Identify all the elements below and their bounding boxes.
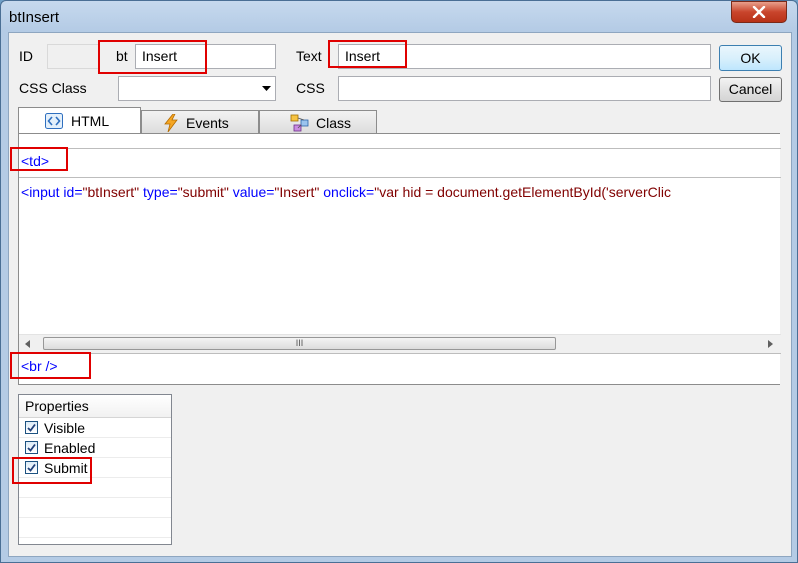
html-tag-icon <box>45 113 63 129</box>
code-token: input <box>29 184 60 200</box>
tab-class[interactable]: Class <box>259 110 377 134</box>
br-tag: <br /> <box>21 358 58 374</box>
id-input[interactable]: Insert <box>135 44 276 69</box>
scroll-left-icon[interactable] <box>25 340 30 348</box>
property-empty-row <box>19 478 171 498</box>
check-icon <box>27 463 36 472</box>
dialog-body: ID bt Insert Text Insert OK CSS Class CS… <box>8 32 792 557</box>
properties-panel: Properties Visible Enabled Submit <box>18 394 172 545</box>
chevron-down-icon[interactable] <box>262 86 271 91</box>
html-tab-panel: <td> <input id="btInsert" type="submit" … <box>18 133 781 385</box>
scroll-thumb[interactable]: III <box>43 337 556 350</box>
property-submit[interactable]: Submit <box>19 458 171 478</box>
before-code-line[interactable]: <td> <box>21 153 49 169</box>
dialog-window: btInsert ID bt Insert Text Insert OK CSS… <box>0 0 798 563</box>
code-line-input: <input id="btInsert" type="submit" value… <box>21 184 671 200</box>
id-prefix-field <box>47 44 99 69</box>
text-label: Text <box>296 48 322 64</box>
tab-events-label: Events <box>186 114 229 131</box>
check-icon <box>27 443 36 452</box>
check-icon <box>27 423 36 432</box>
property-enabled[interactable]: Enabled <box>19 438 171 458</box>
code-token: "submit" <box>177 184 229 200</box>
enabled-checkbox[interactable] <box>25 441 38 454</box>
close-icon <box>752 6 766 18</box>
code-token: type= <box>139 184 178 200</box>
html-code-editor[interactable]: <input id="btInsert" type="submit" value… <box>19 178 781 334</box>
code-token: < <box>21 184 30 200</box>
css-input[interactable] <box>338 76 711 101</box>
visible-label: Visible <box>44 419 85 436</box>
id-prefix: bt <box>116 48 128 64</box>
code-token: "Insert" <box>274 184 320 200</box>
scroll-right-icon[interactable] <box>768 340 773 348</box>
enabled-label: Enabled <box>44 439 96 456</box>
horizontal-scrollbar[interactable]: III <box>19 334 781 353</box>
properties-header: Properties <box>19 395 171 418</box>
css-class-select[interactable] <box>118 76 276 101</box>
property-empty-row <box>19 518 171 538</box>
tab-class-label: Class <box>316 114 352 131</box>
submit-label: Submit <box>44 459 88 476</box>
css-label: CSS <box>296 80 325 96</box>
property-visible[interactable]: Visible <box>19 418 171 438</box>
code-token: onclick= <box>319 184 375 200</box>
text-input[interactable]: Insert <box>338 44 711 69</box>
cancel-button[interactable]: Cancel <box>719 77 782 102</box>
property-empty-row <box>19 498 171 518</box>
tab-html-label: HTML <box>71 113 110 129</box>
code-token: value= <box>228 184 275 200</box>
code-token: id= <box>59 184 83 200</box>
code-token: "btInsert" <box>82 184 140 200</box>
id-label: ID <box>19 48 33 64</box>
css-class-label: CSS Class <box>19 80 87 96</box>
td-tag: <td> <box>21 153 50 169</box>
close-button[interactable] <box>731 1 787 23</box>
submit-checkbox[interactable] <box>25 461 38 474</box>
tab-events[interactable]: Events <box>141 110 259 134</box>
lightning-icon <box>164 113 178 132</box>
ok-button[interactable]: OK <box>719 45 782 71</box>
title-bar[interactable]: btInsert <box>1 1 797 33</box>
visible-checkbox[interactable] <box>25 421 38 434</box>
after-code-line[interactable]: <br /> <box>21 358 58 374</box>
window-title: btInsert <box>9 9 60 26</box>
code-token: "var hid = document.getElementById('serv… <box>374 184 671 200</box>
class-diagram-icon <box>290 114 310 132</box>
tab-html[interactable]: HTML <box>18 107 141 134</box>
scroll-grip: III <box>295 338 304 348</box>
